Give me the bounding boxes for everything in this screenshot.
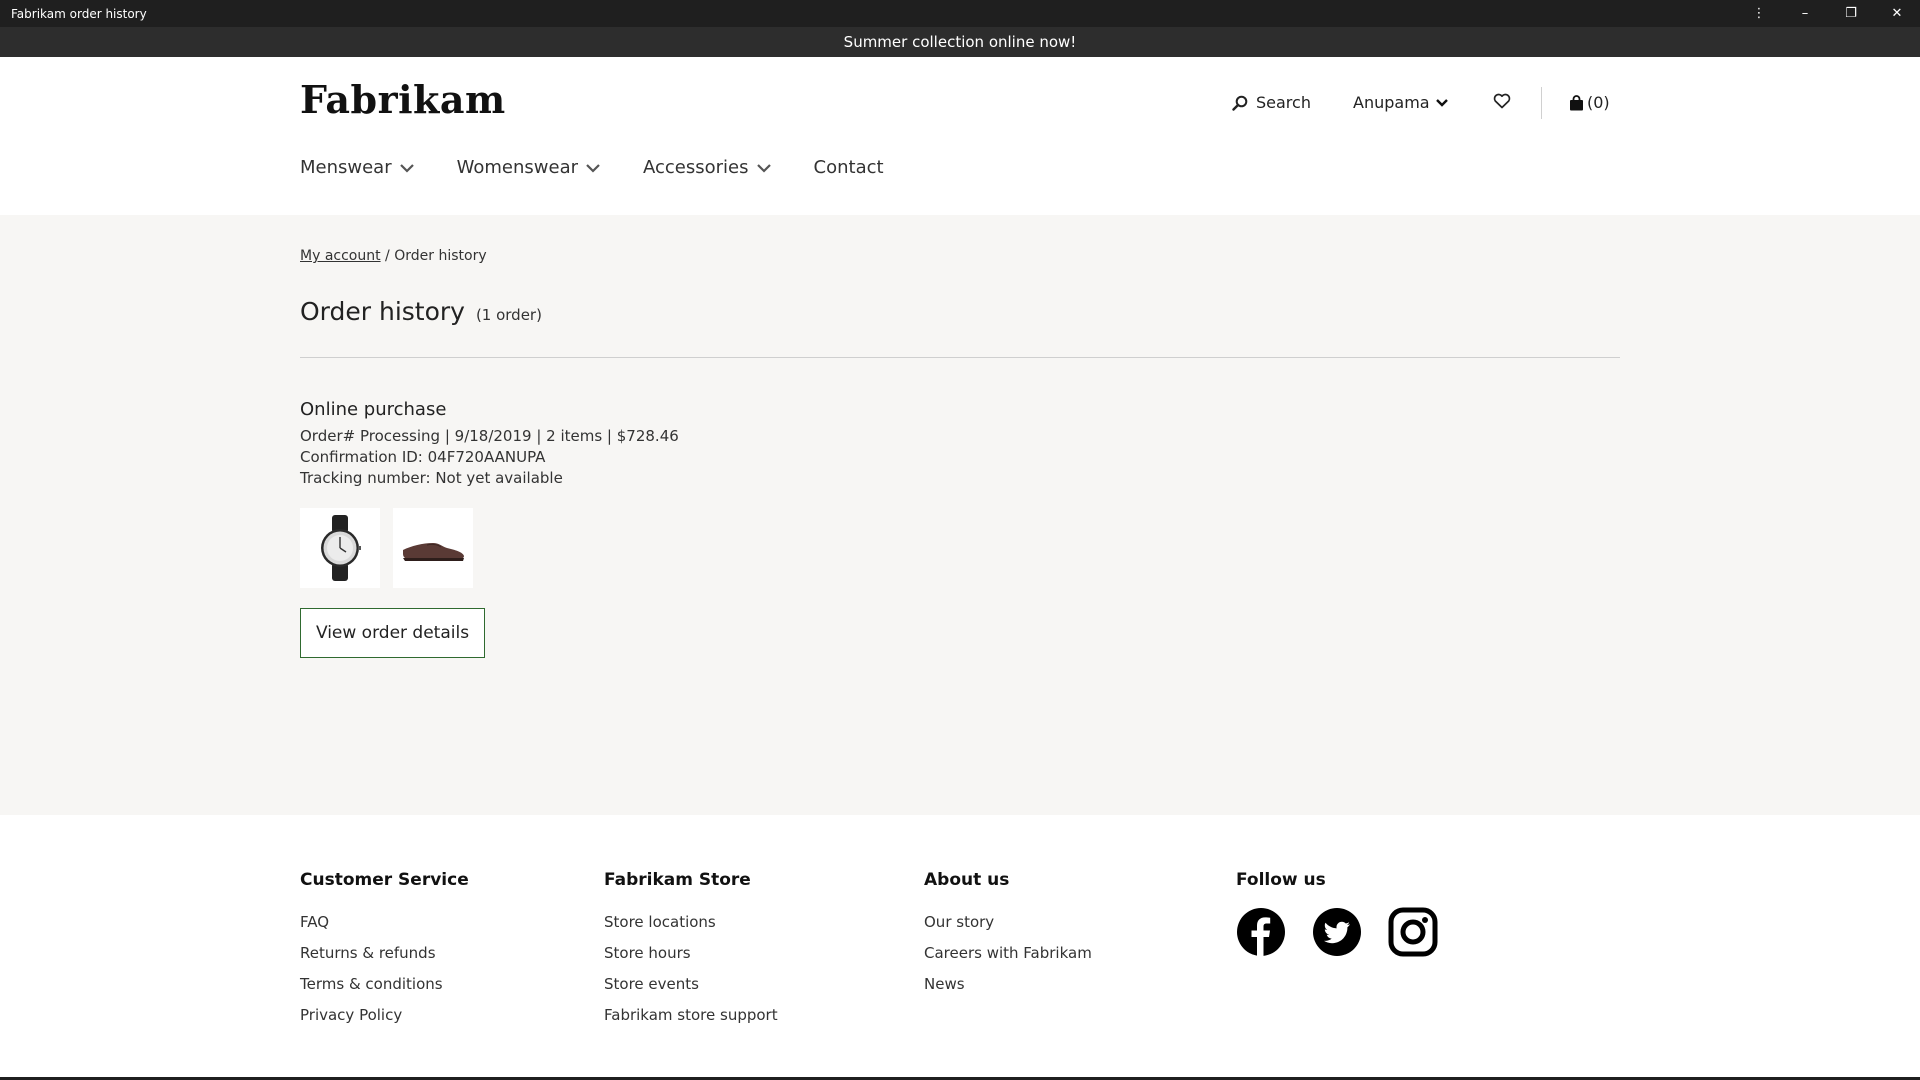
main-nav: Menswear Womenswear Accessories Contact (300, 157, 926, 178)
footer-link-terms[interactable]: Terms & conditions (300, 969, 469, 1000)
footer-link-privacy[interactable]: Privacy Policy (300, 1000, 469, 1031)
page-title: Order history (1 order) (300, 297, 542, 326)
minimize-icon[interactable]: – (1782, 0, 1828, 27)
footer-customer-service: Customer Service FAQ Returns & refunds T… (300, 870, 469, 1031)
footer-heading: Fabrikam Store (604, 870, 751, 890)
order-confirmation: Confirmation ID: 04F720AANUPA (300, 448, 546, 466)
product-thumbnail-watch[interactable] (300, 508, 380, 588)
close-icon[interactable]: ✕ (1874, 0, 1920, 27)
cart-count: (0) (1587, 93, 1610, 112)
footer-fabrikam-store: Fabrikam Store Store locations Store hou… (604, 870, 778, 1031)
nav-item-label: Menswear (300, 157, 392, 178)
footer-link-careers[interactable]: Careers with Fabrikam (924, 938, 1092, 969)
header-divider (1541, 87, 1542, 119)
footer-link-store-events[interactable]: Store events (604, 969, 778, 1000)
instagram-icon[interactable] (1388, 907, 1438, 957)
cart-button[interactable]: (0) (1569, 93, 1610, 112)
account-name: Anupama (1353, 93, 1430, 112)
page-title-text: Order history (300, 297, 465, 326)
nav-item-contact[interactable]: Contact (814, 157, 884, 178)
nav-item-womenswear[interactable]: Womenswear (457, 157, 601, 178)
nav-item-label: Contact (813, 157, 884, 178)
nav-item-label: Accessories (643, 157, 749, 178)
footer-heading: Customer Service (300, 870, 469, 890)
restore-icon[interactable]: ❐ (1828, 0, 1874, 27)
footer-about-us: About us Our story Careers with Fabrikam… (924, 870, 1092, 1000)
chevron-down-icon (586, 163, 600, 173)
promo-banner: Summer collection online now! (0, 27, 1920, 57)
footer-heading: Follow us (1236, 870, 1326, 890)
shoe-image (403, 543, 464, 561)
window-title: Fabrikam order history (11, 6, 147, 21)
product-thumbnail-shoe[interactable] (393, 508, 473, 588)
chevron-down-icon (399, 163, 414, 173)
nav-item-accessories[interactable]: Accessories (643, 157, 772, 178)
account-menu[interactable]: Anupama (1353, 93, 1449, 112)
footer-follow-us: Follow us (1236, 870, 1464, 957)
order-tracking: Tracking number: Not yet available (300, 469, 563, 487)
shopping-bag-icon (1570, 94, 1583, 110)
order-count: (1 order) (475, 306, 542, 324)
breadcrumb-separator: / (380, 248, 395, 264)
main-content: My account / Order history Order history… (0, 215, 1920, 815)
promo-text[interactable]: Summer collection online now! (844, 33, 1077, 51)
order-item-thumbnails (300, 508, 679, 588)
footer-link-store-locations[interactable]: Store locations (604, 907, 778, 938)
footer-link-news[interactable]: News (924, 969, 1092, 1000)
footer-link-returns[interactable]: Returns & refunds (300, 938, 469, 969)
heart-icon (1493, 93, 1511, 109)
footer-link-store-support[interactable]: Fabrikam store support (604, 1000, 778, 1031)
chevron-down-icon (756, 163, 771, 173)
footer-link-faq[interactable]: FAQ (300, 907, 469, 938)
view-order-details-button[interactable]: View order details (300, 608, 485, 658)
title-divider (300, 357, 1620, 358)
footer-link-our-story[interactable]: Our story (924, 907, 1092, 938)
order-type: Online purchase (300, 399, 447, 420)
breadcrumb: My account / Order history (300, 248, 487, 264)
site-footer: Customer Service FAQ Returns & refunds T… (0, 815, 1920, 1080)
site-header: Fabrikam Search Anupama (0) Menswear Wom… (0, 57, 1920, 215)
footer-link-store-hours[interactable]: Store hours (604, 938, 778, 969)
twitter-icon[interactable] (1312, 907, 1362, 957)
chevron-down-icon (1435, 98, 1448, 107)
footer-heading: About us (924, 870, 1010, 890)
nav-item-menswear[interactable]: Menswear (300, 157, 415, 178)
breadcrumb-link-my-account[interactable]: My account (300, 248, 381, 264)
social-links (1236, 907, 1464, 957)
site-logo[interactable]: Fabrikam (300, 77, 506, 122)
window-titlebar: Fabrikam order history ⋮ – ❐ ✕ (0, 0, 1920, 27)
search-button[interactable]: Search (1232, 93, 1311, 112)
search-icon (1232, 95, 1248, 111)
watch-image (321, 515, 361, 581)
facebook-icon[interactable] (1236, 907, 1286, 957)
window-controls: ⋮ – ❐ ✕ (1736, 0, 1920, 27)
breadcrumb-current: Order history (394, 248, 487, 264)
search-label: Search (1256, 93, 1311, 112)
more-options-icon[interactable]: ⋮ (1736, 0, 1782, 27)
order-card: Online purchase Order# Processing | 9/18… (300, 399, 679, 658)
nav-item-label: Womenswear (456, 157, 579, 178)
order-summary: Order# Processing | 9/18/2019 | 2 items … (300, 427, 679, 445)
wishlist-button[interactable] (1493, 93, 1511, 109)
